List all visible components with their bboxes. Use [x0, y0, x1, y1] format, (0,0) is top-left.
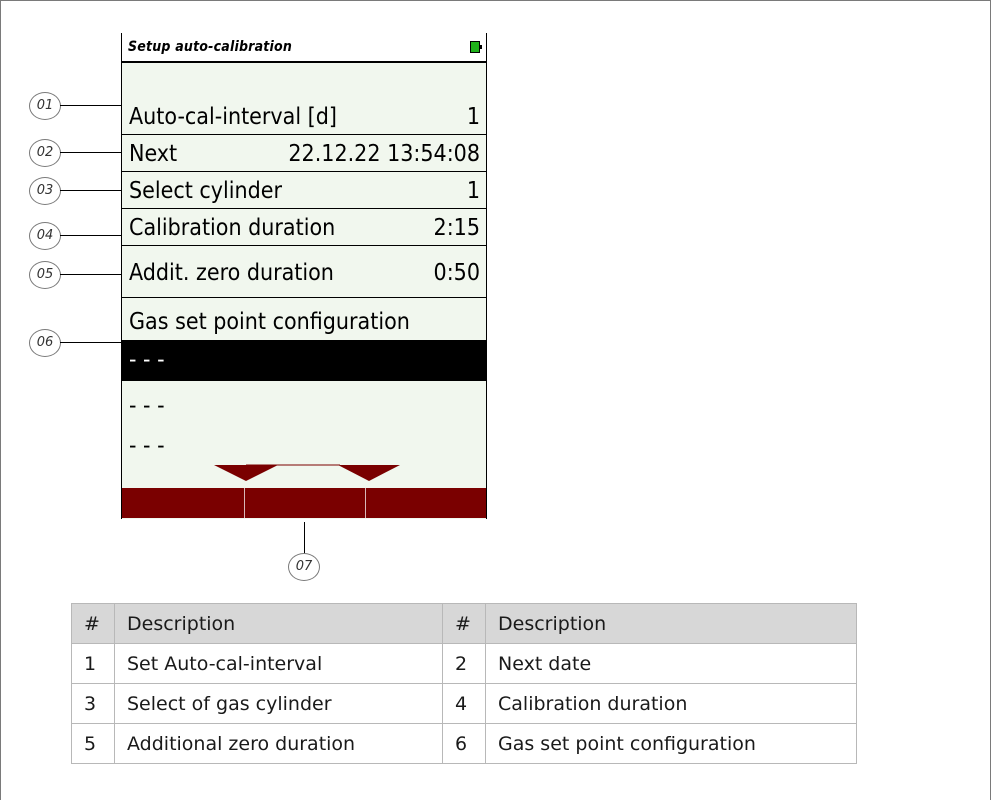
row-value: 2:15 — [433, 215, 480, 241]
battery-icon — [470, 41, 482, 53]
row-value: 1 — [466, 178, 480, 204]
table-header-row: # Description # Description — [71, 603, 857, 644]
table-cell: Next date — [485, 643, 857, 684]
gas-setpoint-item[interactable]: - - - — [122, 426, 486, 466]
callout-leader — [60, 152, 121, 153]
table-cell: 3 — [71, 683, 115, 724]
callout-03: 03 — [29, 177, 61, 205]
row-value: 22.12.22 13:54:08 — [288, 141, 480, 167]
softkey-left[interactable] — [122, 488, 245, 518]
callout-leader — [304, 522, 305, 554]
gas-setpoint-value: - - - — [129, 347, 165, 373]
softkey-bar — [122, 488, 486, 518]
row-label: Calibration duration — [129, 215, 336, 241]
table-cell: Additional zero duration — [114, 723, 443, 764]
table-cell: 5 — [71, 723, 115, 764]
screen-title-bar: Setup auto-calibration — [122, 33, 486, 63]
scroll-arrows-icon — [214, 464, 400, 481]
gas-config-label: Gas set point configuration — [129, 309, 410, 335]
table-cell: 4 — [442, 683, 486, 724]
menu-row-calibration-duration[interactable]: Calibration duration 2:15 — [122, 210, 486, 246]
table-cell: 1 — [71, 643, 115, 684]
table-row: 3 Select of gas cylinder 4 Calibration d… — [71, 683, 857, 724]
row-label: Addit. zero duration — [129, 260, 334, 286]
table-cell: Calibration duration — [485, 683, 857, 724]
gas-setpoint-item[interactable]: - - - — [122, 386, 486, 426]
callout-01: 01 — [29, 92, 61, 120]
screen-title: Setup auto-calibration — [128, 39, 293, 55]
menu-row-auto-cal-interval[interactable]: Auto-cal-interval [d] 1 — [122, 99, 486, 135]
table-row: 1 Set Auto-cal-interval 2 Next date — [71, 643, 857, 684]
softkey-middle[interactable] — [245, 488, 366, 518]
menu-row-next[interactable]: Next 22.12.22 13:54:08 — [122, 136, 486, 172]
callout-leader — [60, 342, 121, 343]
gas-config-header: Gas set point configuration — [122, 304, 486, 340]
callout-leader — [60, 274, 121, 275]
table-row: 5 Additional zero duration 6 Gas set poi… — [71, 723, 857, 764]
gas-setpoint-value: - - - — [129, 433, 165, 459]
row-value: 1 — [466, 104, 480, 130]
table-header-cell: # — [71, 603, 115, 644]
table-cell: Select of gas cylinder — [114, 683, 443, 724]
gas-setpoint-value: - - - — [129, 393, 165, 419]
softkey-right[interactable] — [366, 488, 486, 518]
row-label: Auto-cal-interval [d] — [129, 104, 337, 130]
callout-06: 06 — [29, 329, 61, 357]
device-screen: Setup auto-calibration Auto-cal-interval… — [121, 33, 487, 519]
row-value: 0:50 — [433, 260, 480, 286]
legend-table: # Description # Description 1 Set Auto-c… — [71, 603, 857, 764]
menu-row-select-cylinder[interactable]: Select cylinder 1 — [122, 173, 486, 209]
row-label: Select cylinder — [129, 178, 283, 204]
table-cell: 2 — [442, 643, 486, 684]
table-cell: Gas set point configuration — [485, 723, 857, 764]
table-header-cell: # — [442, 603, 486, 644]
gas-setpoint-item-selected[interactable]: - - - — [122, 340, 486, 381]
callout-04: 04 — [29, 222, 61, 250]
callout-leader — [60, 190, 121, 191]
row-label: Next — [129, 141, 178, 167]
table-header-cell: Description — [114, 603, 443, 644]
callout-05: 05 — [29, 261, 61, 289]
table-cell: 6 — [442, 723, 486, 764]
callout-07: 07 — [288, 553, 320, 581]
table-header-cell: Description — [485, 603, 857, 644]
table-cell: Set Auto-cal-interval — [114, 643, 443, 684]
menu-row-additional-zero-duration[interactable]: Addit. zero duration 0:50 — [122, 260, 486, 298]
callout-leader — [60, 235, 121, 236]
callout-02: 02 — [29, 139, 61, 167]
callout-leader — [60, 105, 121, 106]
